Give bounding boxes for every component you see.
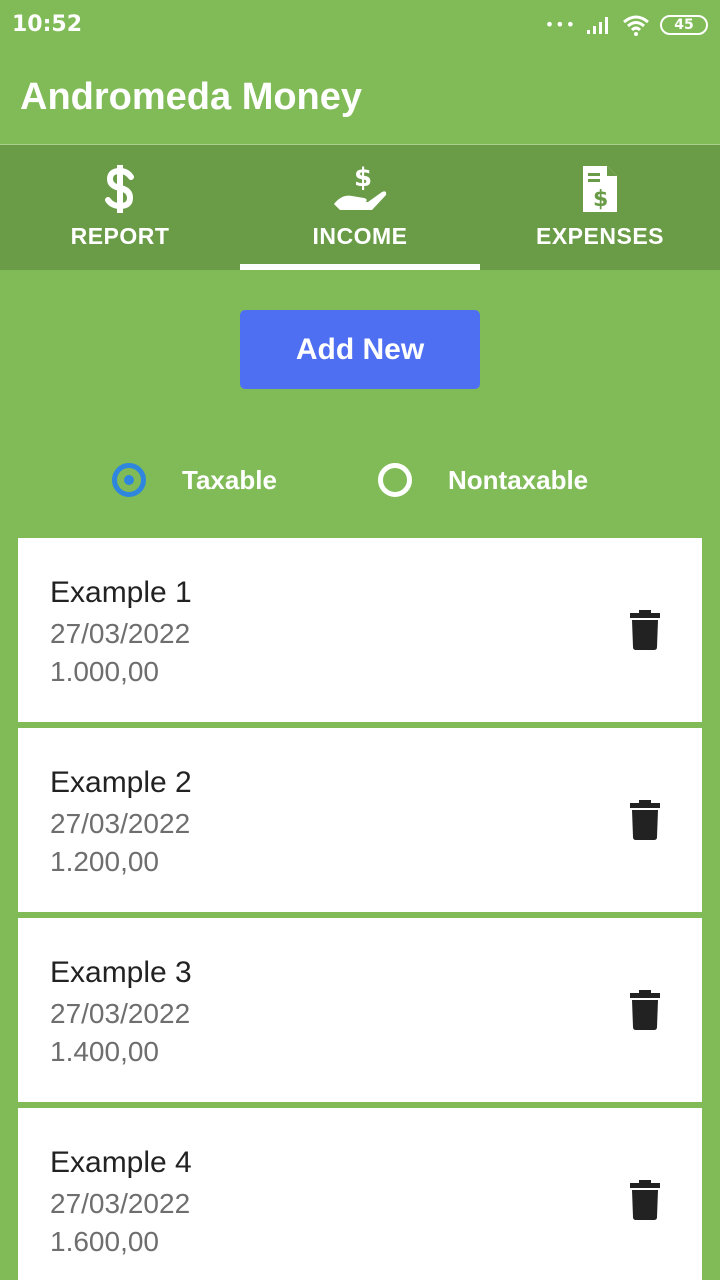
entry-date: 27/03/2022 <box>50 1188 191 1219</box>
radio-taxable-label: Taxable <box>182 464 277 495</box>
signal-icon <box>587 17 608 34</box>
tab-report[interactable]: REPORT <box>0 145 240 270</box>
add-new-button[interactable]: Add New <box>240 310 480 389</box>
list-item[interactable]: Example 2 27/03/2022 1.200,00 <box>18 728 702 912</box>
entry-title: Example 4 <box>50 1146 192 1179</box>
entry-date: 27/03/2022 <box>50 998 191 1029</box>
trash-icon[interactable] <box>630 800 660 840</box>
tab-expenses-label: EXPENSES <box>536 223 664 249</box>
radio-unchecked-icon <box>378 463 412 497</box>
entry-amount: 1.000,00 <box>50 656 159 687</box>
status-time: 10:52 <box>12 12 83 37</box>
entry-date: 27/03/2022 <box>50 618 191 649</box>
app-bar: Andromeda Money <box>0 52 720 144</box>
tab-expenses[interactable]: $ EXPENSES <box>480 145 720 270</box>
entry-amount: 1.600,00 <box>50 1226 159 1257</box>
entry-title: Example 3 <box>50 956 192 989</box>
entry-date: 27/03/2022 <box>50 808 191 839</box>
svg-text:$: $ <box>354 164 372 193</box>
wifi-icon <box>623 15 649 36</box>
dollar-icon <box>103 163 137 215</box>
radio-dot <box>124 475 134 485</box>
list-item[interactable]: Example 4 27/03/2022 1.600,00 <box>18 1108 702 1280</box>
tab-income-label: INCOME <box>312 223 408 249</box>
invoice-icon: $ <box>581 163 619 215</box>
list-item[interactable]: Example 1 27/03/2022 1.000,00 <box>18 538 702 722</box>
tab-report-label: REPORT <box>70 223 170 249</box>
hand-money-icon: $ <box>332 163 388 215</box>
tab-selected-indicator <box>240 264 480 270</box>
radio-taxable[interactable]: Taxable <box>112 463 277 497</box>
battery-icon: 45 <box>660 15 708 35</box>
entry-title: Example 2 <box>50 766 192 799</box>
status-icons: ••• 45 <box>545 14 708 36</box>
tab-income[interactable]: $ INCOME <box>240 145 480 270</box>
app-title: Andromeda Money <box>20 76 363 118</box>
list-item[interactable]: Example 3 27/03/2022 1.400,00 <box>18 918 702 1102</box>
tab-bar: REPORT $ INCOME $ EXPENSES <box>0 145 720 270</box>
more-dots-icon: ••• <box>544 15 576 34</box>
entry-amount: 1.400,00 <box>50 1036 159 1067</box>
battery-level: 45 <box>674 17 694 33</box>
svg-text:$: $ <box>593 187 608 212</box>
entry-amount: 1.200,00 <box>50 846 159 877</box>
radio-nontaxable-label: Nontaxable <box>448 464 589 495</box>
trash-icon[interactable] <box>630 1180 660 1220</box>
entry-title: Example 1 <box>50 576 192 609</box>
status-bar: 10:52 ••• 45 <box>0 0 720 52</box>
trash-icon[interactable] <box>630 610 660 650</box>
trash-icon[interactable] <box>630 990 660 1030</box>
radio-checked-icon <box>112 463 146 497</box>
radio-nontaxable[interactable]: Nontaxable <box>378 463 588 497</box>
